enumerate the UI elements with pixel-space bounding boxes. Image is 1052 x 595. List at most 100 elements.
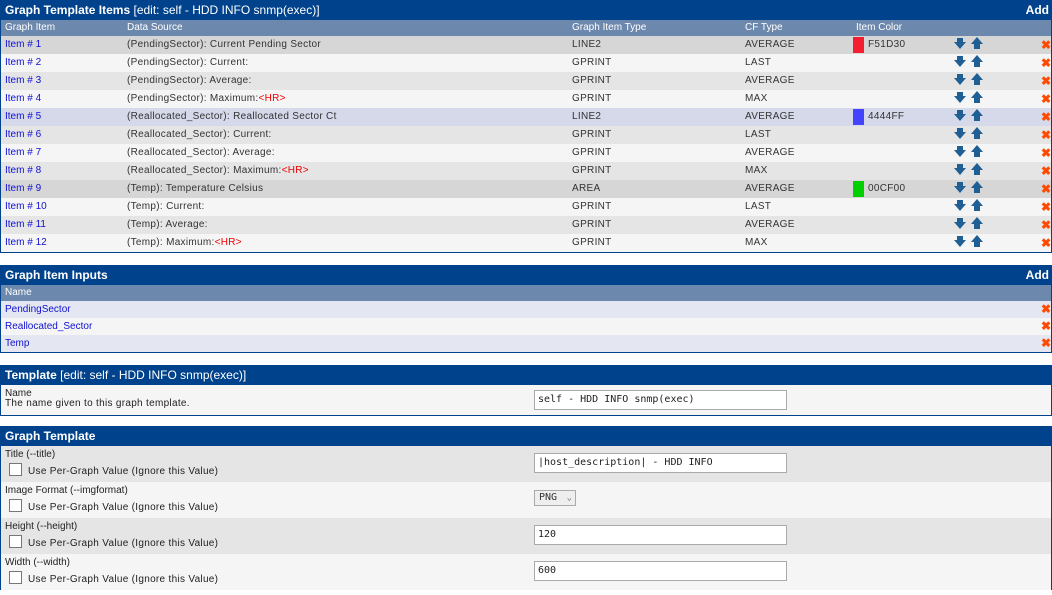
color-swatch: [853, 109, 864, 125]
graph-items-column-header: Graph Item Data Source Graph Item Type C…: [1, 20, 1051, 36]
move-down-icon[interactable]: [954, 204, 966, 211]
move-down-icon-stem: [957, 182, 963, 187]
move-up-icon[interactable]: [971, 91, 983, 98]
move-down-icon[interactable]: [954, 114, 966, 121]
graph-item-row: Item # 12 (Temp): Maximum:<HR> GPRINT MAX ✖: [1, 234, 1051, 252]
move-down-icon[interactable]: [954, 132, 966, 139]
select-value: PNG: [539, 492, 558, 503]
cf-type: AVERAGE: [745, 39, 795, 50]
move-down-icon[interactable]: [954, 150, 966, 157]
delete-icon[interactable]: ✖: [1041, 198, 1051, 216]
graph-item-link[interactable]: Item # 1: [5, 36, 41, 54]
field-input[interactable]: 600: [534, 561, 787, 581]
move-down-icon[interactable]: [954, 186, 966, 193]
move-up-icon[interactable]: [971, 163, 983, 170]
graph-item-link[interactable]: Item # 12: [5, 234, 47, 252]
delete-icon[interactable]: ✖: [1041, 54, 1051, 72]
graph-item-link[interactable]: Item # 8: [5, 162, 41, 180]
move-up-icon[interactable]: [971, 127, 983, 134]
input-link[interactable]: Temp: [5, 335, 29, 352]
graph-item-link[interactable]: Item # 10: [5, 198, 47, 216]
graph-item-row: Item # 5 (Reallocated_Sector): Reallocate…: [1, 108, 1051, 126]
add-graph-item-button[interactable]: Add: [1026, 0, 1049, 20]
input-link[interactable]: PendingSector: [5, 301, 71, 318]
graph-item-link[interactable]: Item # 7: [5, 144, 41, 162]
add-input-button[interactable]: Add: [1026, 265, 1049, 285]
delete-icon[interactable]: ✖: [1041, 216, 1051, 234]
image-format-select[interactable]: PNG ⌄: [534, 490, 576, 506]
graph-item-link[interactable]: Item # 5: [5, 108, 41, 126]
per-graph-value-checkbox[interactable]: [9, 463, 22, 476]
move-down-icon[interactable]: [954, 168, 966, 175]
graph-item-link[interactable]: Item # 3: [5, 72, 41, 90]
delete-icon[interactable]: ✖: [1041, 335, 1051, 353]
input-link[interactable]: Reallocated_Sector: [5, 318, 92, 335]
graph-item-link[interactable]: Item # 2: [5, 54, 41, 72]
data-source-label: (Reallocated_Sector): Maximum:: [127, 165, 282, 176]
per-graph-value-checkbox[interactable]: [9, 499, 22, 512]
move-down-icon-stem: [957, 146, 963, 151]
per-graph-value-label: Use Per-Graph Value (Ignore this Value): [28, 538, 219, 549]
graph-item-link[interactable]: Item # 6: [5, 126, 41, 144]
move-up-icon[interactable]: [971, 73, 983, 80]
graph-template-items-panel: Graph Template Items [edit: self - HDD I…: [0, 0, 1052, 253]
data-source-text: (Reallocated_Sector): Maximum:<HR>: [127, 162, 309, 180]
column-cf-type: CF Type: [745, 22, 783, 33]
cf-type: MAX: [745, 165, 768, 176]
column-name: Name: [5, 287, 32, 298]
graph-template-field-row: Width (--width) Use Per-Graph Value (Igno…: [1, 554, 1051, 590]
move-down-icon[interactable]: [954, 96, 966, 103]
cf-type: AVERAGE: [745, 111, 795, 122]
per-graph-value-checkbox[interactable]: [9, 571, 22, 584]
move-down-icon[interactable]: [954, 42, 966, 49]
graph-item-link[interactable]: Item # 9: [5, 180, 41, 198]
panel-subtitle: [edit: self - HDD INFO snmp(exec)]: [133, 3, 320, 17]
graph-item-type: GPRINT: [572, 93, 612, 104]
data-source-text: (Reallocated_Sector): Reallocated Sector…: [127, 108, 337, 126]
graph-item-link[interactable]: Item # 4: [5, 90, 41, 108]
move-up-icon-stem: [974, 80, 980, 85]
move-up-icon[interactable]: [971, 199, 983, 206]
delete-icon[interactable]: ✖: [1041, 318, 1051, 336]
delete-icon[interactable]: ✖: [1041, 126, 1051, 144]
move-up-icon[interactable]: [971, 217, 983, 224]
field-input[interactable]: |host_description| - HDD INFO: [534, 453, 787, 473]
data-source-label: (PendingSector): Current:: [127, 57, 249, 68]
delete-icon[interactable]: ✖: [1041, 90, 1051, 108]
delete-icon[interactable]: ✖: [1041, 108, 1051, 126]
move-down-icon[interactable]: [954, 240, 966, 247]
delete-icon[interactable]: ✖: [1041, 144, 1051, 162]
per-graph-value-checkbox[interactable]: [9, 535, 22, 548]
data-source-label: (Reallocated_Sector): Reallocated Sector…: [127, 111, 337, 122]
delete-icon[interactable]: ✖: [1041, 301, 1051, 319]
move-up-icon[interactable]: [971, 145, 983, 152]
move-up-icon-stem: [974, 62, 980, 67]
move-down-icon-stem: [957, 56, 963, 61]
template-name-input[interactable]: self - HDD INFO snmp(exec): [534, 390, 787, 410]
template-panel: Template [edit: self - HDD INFO snmp(exe…: [0, 365, 1052, 416]
graph-item-link[interactable]: Item # 11: [5, 216, 46, 234]
data-source-text: (PendingSector): Current Pending Sector: [127, 36, 321, 54]
delete-icon[interactable]: ✖: [1041, 234, 1051, 252]
graph-item-row: Item # 6 (Reallocated_Sector): Current: GP…: [1, 126, 1051, 144]
delete-icon[interactable]: ✖: [1041, 180, 1051, 198]
graph-template-field-row: Image Format (--imgformat) Use Per-Graph …: [1, 482, 1051, 518]
move-up-icon[interactable]: [971, 109, 983, 116]
move-up-icon[interactable]: [971, 37, 983, 44]
delete-icon[interactable]: ✖: [1041, 162, 1051, 180]
move-up-icon[interactable]: [971, 55, 983, 62]
data-source-text: (PendingSector): Maximum:<HR>: [127, 90, 286, 108]
move-up-icon[interactable]: [971, 235, 983, 242]
field-input[interactable]: 120: [534, 525, 787, 545]
move-down-icon[interactable]: [954, 60, 966, 67]
delete-icon[interactable]: ✖: [1041, 72, 1051, 90]
graph-items-list: Item # 1 (PendingSector): Current Pending…: [1, 36, 1051, 252]
name-description: The name given to this graph template.: [5, 398, 190, 409]
move-up-icon[interactable]: [971, 181, 983, 188]
move-down-icon[interactable]: [954, 78, 966, 85]
move-down-icon-stem: [957, 74, 963, 79]
cf-type: AVERAGE: [745, 219, 795, 230]
graph-item-type: GPRINT: [572, 201, 612, 212]
move-down-icon[interactable]: [954, 222, 966, 229]
delete-icon[interactable]: ✖: [1041, 36, 1051, 54]
